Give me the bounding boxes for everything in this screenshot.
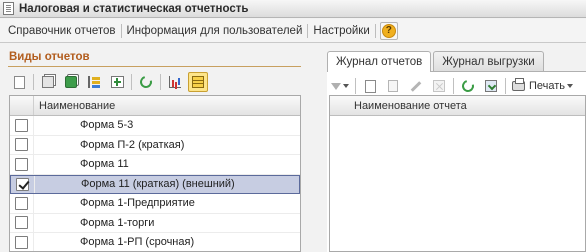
- refresh-button[interactable]: [136, 72, 156, 92]
- copy-button[interactable]: [38, 72, 58, 92]
- report-types-table: Наименование Форма 5-3 Форма П-2 (краткая…: [9, 95, 301, 252]
- filter-button[interactable]: [329, 76, 351, 96]
- print-button[interactable]: Печать: [510, 78, 575, 92]
- report-name: Форма 1-торги: [80, 216, 155, 229]
- table-row[interactable]: Форма 1-РП (срочная): [10, 233, 300, 251]
- window-titlebar: Налоговая и статистическая отчетность: [0, 0, 586, 18]
- copy-icon: [42, 76, 54, 88]
- table-row[interactable]: Форма 1-Предприятие: [10, 194, 300, 214]
- menu-bar: Справочник отчетов Информация для пользо…: [0, 19, 586, 43]
- tree-button[interactable]: [84, 72, 104, 92]
- row-checkbox[interactable]: [15, 157, 28, 171]
- report-name-column-header[interactable]: Наименование отчета: [330, 100, 467, 112]
- table-row[interactable]: Форма 11: [10, 155, 300, 175]
- report-name: Форма 11 (краткая) (внешний): [81, 178, 235, 191]
- delete-report-button[interactable]: [429, 76, 449, 96]
- checkbox-cell: [10, 213, 34, 232]
- table-row[interactable]: Форма П-2 (краткая): [10, 135, 300, 155]
- table-body: Форма 5-3 Форма П-2 (краткая) Форма 11 Форм…: [10, 116, 300, 251]
- report-name: Форма 11: [80, 158, 129, 171]
- row-checkbox[interactable]: [15, 118, 28, 132]
- new-document-button[interactable]: [9, 72, 29, 92]
- printer-icon: [512, 78, 525, 91]
- row-checkbox[interactable]: [16, 177, 29, 191]
- refresh-icon: [137, 73, 155, 91]
- report-name: Форма 1-РП (срочная): [80, 236, 195, 249]
- report-name: Форма П-2 (краткая): [80, 138, 185, 151]
- report-types-toolbar: [9, 70, 211, 94]
- chart-button[interactable]: [165, 72, 185, 92]
- delete-icon: [433, 80, 445, 92]
- upload-button[interactable]: [481, 76, 501, 96]
- tab-export-journal[interactable]: Журнал выгрузки: [433, 51, 544, 71]
- table-row[interactable]: Форма 1-торги: [10, 213, 300, 233]
- refresh-icon: [459, 77, 477, 95]
- row-checkbox[interactable]: [15, 138, 28, 152]
- new-report-button[interactable]: [360, 76, 380, 96]
- copy-green-icon: [65, 76, 77, 88]
- grid-view-icon: [192, 76, 204, 88]
- checkbox-column-header[interactable]: [10, 96, 34, 115]
- chevron-down-icon: [343, 84, 349, 88]
- copy-icon: [388, 80, 398, 92]
- report-types-title: Виды отчетов: [9, 51, 90, 63]
- print-label: Печать: [529, 80, 566, 92]
- new-document-icon: [13, 75, 25, 89]
- table-row[interactable]: Форма 5-3: [10, 116, 300, 136]
- reports-journal-table: Наименование отчета: [329, 95, 586, 252]
- refresh-journal-button[interactable]: [458, 76, 478, 96]
- grid-view-button[interactable]: [188, 72, 208, 92]
- menu-reports-directory[interactable]: Справочник отчетов: [3, 25, 121, 37]
- copy-report-button[interactable]: [383, 76, 403, 96]
- window-title: Налоговая и статистическая отчетность: [19, 2, 249, 15]
- table-row[interactable]: Форма 11 (краткая) (внешний): [10, 174, 300, 194]
- copy-green-button[interactable]: [61, 72, 81, 92]
- edit-report-button[interactable]: [406, 76, 426, 96]
- upload-icon: [485, 80, 497, 92]
- chevron-down-icon: [567, 84, 574, 88]
- checkbox-cell: [10, 116, 34, 135]
- new-document-icon: [364, 79, 376, 93]
- help-icon: ?: [381, 23, 396, 38]
- report-name: Форма 1-Предприятие: [80, 197, 195, 210]
- menu-separator: [374, 23, 376, 38]
- add-folder-button[interactable]: [107, 72, 127, 92]
- name-column-header[interactable]: Наименование: [34, 100, 115, 112]
- row-checkbox[interactable]: [15, 196, 28, 210]
- checkbox-cell: [10, 233, 34, 251]
- filter-icon: [331, 82, 341, 90]
- menu-settings[interactable]: Настройки: [308, 25, 374, 37]
- journal-panel: Журнал отчетов Журнал выгрузки Печать На…: [323, 46, 586, 252]
- checkbox-cell: [11, 175, 35, 193]
- table-header: Наименование отчета: [330, 96, 585, 116]
- checkbox-cell: [10, 135, 34, 154]
- row-checkbox[interactable]: [15, 235, 28, 249]
- document-icon: [3, 2, 14, 15]
- checkbox-cell: [10, 155, 34, 174]
- tab-reports-journal[interactable]: Журнал отчетов: [327, 51, 432, 72]
- row-checkbox[interactable]: [15, 216, 28, 230]
- chart-icon: [169, 76, 181, 88]
- add-folder-icon: [110, 76, 124, 88]
- menu-user-information[interactable]: Информация для пользователей: [122, 25, 308, 37]
- journal-tabs: Журнал отчетов Журнал выгрузки: [327, 51, 546, 72]
- table-header: Наименование: [10, 96, 300, 116]
- help-button[interactable]: ?: [379, 21, 398, 40]
- section-divider: [8, 66, 301, 67]
- pencil-icon: [410, 80, 422, 92]
- checkbox-cell: [10, 194, 34, 213]
- report-types-panel: Виды отчетов Наименование Форма 5-3 Форма…: [4, 46, 301, 252]
- tree-icon: [87, 76, 101, 88]
- report-name: Форма 5-3: [80, 119, 134, 132]
